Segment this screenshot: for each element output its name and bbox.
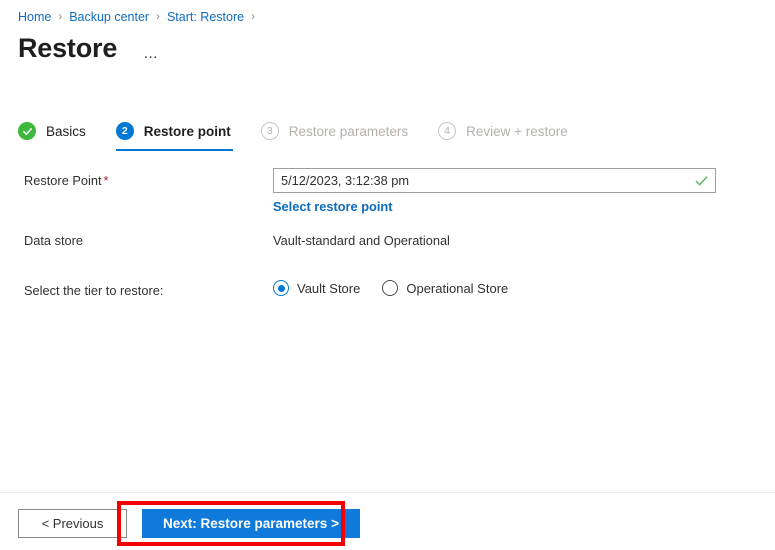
step-number-badge: 2 (115, 122, 134, 140)
tier-row: Select the tier to restore: Vault Store … (24, 278, 751, 299)
previous-button[interactable]: < Previous (18, 509, 127, 538)
data-store-label: Data store (24, 233, 84, 248)
breadcrumb-separator-icon: › (58, 11, 63, 23)
tier-radio-group: Vault Store Operational Store (273, 278, 751, 296)
select-restore-point-link[interactable]: Select restore point (273, 199, 392, 214)
restore-point-input-wrapper[interactable] (273, 168, 716, 193)
breadcrumb-item-home[interactable]: Home (18, 10, 51, 24)
tab-restore-point-label: Restore point (143, 123, 231, 139)
breadcrumb-separator-icon: › (156, 11, 160, 23)
title-row: Restore … (18, 32, 164, 64)
tier-control: Vault Store Operational Store (273, 278, 751, 296)
data-store-control: Vault-standard and Operational (273, 228, 751, 249)
restore-point-row: Restore Point* Select restore point (24, 168, 751, 216)
radio-vault-store-mark[interactable] (273, 280, 289, 296)
breadcrumb-item-start-restore[interactable]: Start: Restore (167, 10, 244, 24)
wizard-steps: Basics 2 Restore point 3 Restore paramet… (18, 113, 598, 151)
tab-review-restore-label: Review + restore (466, 123, 568, 139)
active-tab-indicator (115, 149, 233, 151)
restore-point-input[interactable] (274, 169, 715, 192)
radio-operational-store-mark[interactable] (382, 280, 399, 296)
tab-restore-parameters[interactable]: 3 Restore parameters (260, 113, 409, 149)
tab-review-restore[interactable]: 4 Review + restore (438, 113, 568, 149)
wizard-footer: < Previous Next: Restore parameters > (18, 509, 360, 538)
tab-restore-parameters-label: Restore parameters (288, 123, 409, 139)
radio-vault-store-label: Vault Store (297, 280, 361, 296)
page-title: Restore (18, 33, 118, 63)
breadcrumb-item-backup-center[interactable]: Backup center (69, 10, 149, 24)
footer-divider (0, 492, 775, 493)
check-icon (18, 122, 36, 140)
step-number-badge: 3 (260, 122, 279, 140)
radio-operational-store[interactable]: Operational Store (382, 280, 508, 296)
radio-operational-store-label: Operational Store (406, 280, 509, 296)
data-store-row: Data store Vault-standard and Operationa… (24, 228, 751, 249)
radio-vault-store[interactable]: Vault Store (273, 280, 360, 296)
step-number-badge: 4 (438, 122, 457, 140)
tab-basics-label: Basics (46, 123, 86, 139)
tab-basics[interactable]: Basics (18, 113, 86, 149)
required-asterisk: * (103, 173, 109, 188)
restore-point-label: Restore Point * (24, 168, 273, 189)
more-options-icon[interactable]: … (139, 46, 164, 62)
green-check-icon (695, 174, 708, 187)
restore-point-label-text: Restore Point (24, 173, 102, 188)
restore-point-control: Select restore point (273, 168, 751, 216)
data-store-value: Vault-standard and Operational (273, 233, 450, 248)
breadcrumb: Home › Backup center › Start: Restore › (18, 8, 262, 26)
tab-restore-point[interactable]: 2 Restore point (115, 113, 233, 151)
breadcrumb-separator-icon: › (251, 11, 255, 23)
tier-label: Select the tier to restore: (24, 283, 164, 298)
next-restore-parameters-button[interactable]: Next: Restore parameters > (142, 509, 360, 538)
